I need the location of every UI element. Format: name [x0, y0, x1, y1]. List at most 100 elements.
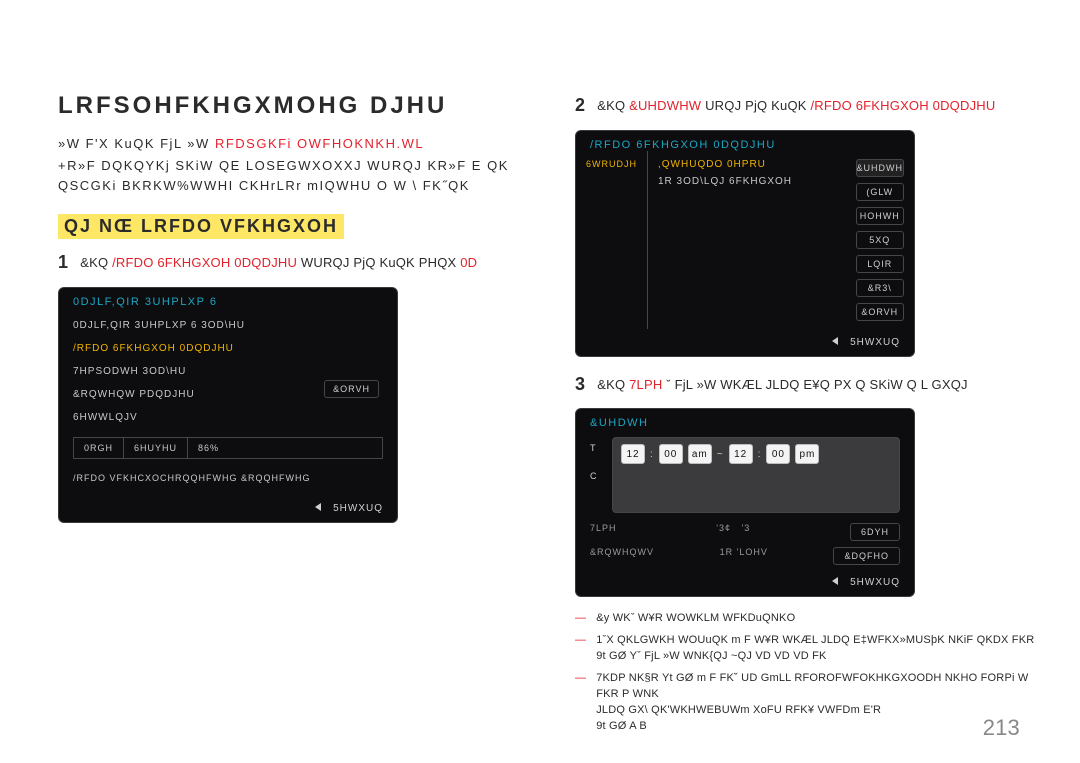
bullet-dash-icon: ― — [575, 633, 586, 665]
status-mode: 0RGH — [74, 438, 124, 458]
note-3-text: 7KDP NK§R Yt GØ m F FK˘ UD GmLL RFOROFWF… — [596, 671, 1045, 735]
close-button[interactable]: &ORVH — [324, 380, 379, 398]
lsm-return-button[interactable]: 5HWXUQ — [850, 337, 900, 348]
create-return-icon — [832, 577, 838, 585]
step2-red2: /RFDO 6FKHGXOH 0DQDJHU — [810, 98, 995, 113]
bullet-dash-icon: ― — [575, 671, 586, 735]
create-label-time: 7LPH — [590, 523, 617, 541]
time-sep-2: : — [758, 449, 762, 460]
status-bar: 0RGH 6HUYHU 86% — [73, 437, 383, 459]
step-3: 3 &KQ 7LPH ˇ FjL »W WKÆL JLDQ E¥Q PX Q S… — [575, 375, 1045, 395]
page-title: LRFSOHFKHGXMOHG DJHU — [58, 92, 538, 120]
note-1: ― &y WKˇ W¥R WOWKLM WFKDuQNKO — [575, 611, 1045, 627]
create-left-strip: T C — [590, 437, 604, 513]
create-row-content: &RQWHQWV 1R 'LOHV &DQFHO — [576, 545, 914, 569]
extra-button-3[interactable]: &R3\ — [856, 279, 905, 297]
page-number: 213 — [983, 715, 1020, 741]
lsm-no-schedule: 1R 3OD\LQJ 6FKHGXOH — [658, 176, 836, 187]
intro1-red: RFDSGKFi OWFHOKNKH.WL — [215, 136, 424, 151]
note-3b: JLDQ GX\ QK'WKHWEBUWm XoFU RFK¥ VWFDm E'… — [596, 704, 881, 716]
extra-button-1[interactable]: 5XQ — [856, 231, 905, 249]
create-time-r2: '3 — [742, 523, 751, 533]
status-86: 86% — [188, 438, 229, 458]
extra-button-2[interactable]: LQIR — [856, 255, 905, 273]
step-3-text: &KQ 7LPH ˇ FjL »W WKÆL JLDQ E¥Q PX Q SKi… — [597, 375, 1045, 395]
create-footer: 5HWXUQ — [576, 569, 914, 596]
strip-c: C — [590, 471, 604, 481]
delete-button[interactable]: HOHWH — [856, 207, 905, 225]
note-3: ― 7KDP NK§R Yt GØ m F FK˘ UD GmLL RFOROF… — [575, 671, 1045, 735]
time-sep-1: : — [650, 449, 654, 460]
ampm-2[interactable]: pm — [795, 444, 819, 464]
step-1-text: &KQ /RFDO 6FKHGXOH 0DQDJHU WURQJ PjQ KuQ… — [80, 253, 538, 273]
hour-1[interactable]: 12 — [621, 444, 645, 464]
step-2-text: &KQ &UHDWHW URQJ PjQ KuQK /RFDO 6FKHGXOH… — [597, 96, 1045, 116]
create-contents-r: 1R 'LOHV — [720, 547, 768, 565]
step1-red2: 0D — [460, 255, 477, 270]
lsm-main-area: ,QWHUQDO 0HPRU 1R 3OD\LQJ 6FKHGXOH — [648, 151, 846, 329]
panel-menu-footer: 5HWXUQ — [59, 495, 397, 522]
time-tilde: ~ — [717, 449, 724, 460]
min-2[interactable]: 00 — [766, 444, 790, 464]
section-heading: QJ NŒ LRFDO VFKHGXOH — [58, 214, 344, 239]
note-3c: 9t GØ A B — [596, 720, 647, 732]
step3-red1: 7LPH — [629, 377, 662, 392]
step-2: 2 &KQ &UHDWHW URQJ PjQ KuQK /RFDO 6FKHGX… — [575, 96, 1045, 116]
create-return-button[interactable]: 5HWXUQ — [850, 577, 900, 588]
menu-item-local-schedule-manager[interactable]: /RFDO 6FKHGXOH 0DQDJHU — [59, 337, 397, 360]
step1-red1: /RFDO 6FKHGXOH 0DQDJHU — [112, 255, 297, 270]
note-2: ― 1ˇX QKLGWKH WOUuQK m F W¥R WKÆL JLDQ E… — [575, 633, 1045, 665]
step3-pre: &KQ — [597, 377, 625, 392]
note-1-text: &y WKˇ W¥R WOWKLM WFKDuQNKO — [596, 611, 795, 627]
step1-pre: &KQ — [80, 255, 108, 270]
cancel-button[interactable]: &DQFHO — [833, 547, 900, 565]
step2-mid: URQJ PjQ KuQK — [705, 98, 807, 113]
min-1[interactable]: 00 — [659, 444, 683, 464]
create-title: &UHDWH — [576, 409, 914, 433]
step3-rest: ˇ FjL »W WKÆL JLDQ E¥Q PX Q SKiW Q L GXQ… — [666, 377, 967, 392]
create-label-contents: &RQWHQWV — [590, 547, 654, 565]
step-3-number: 3 — [575, 375, 585, 393]
create-button[interactable]: &UHDWH — [856, 159, 905, 177]
panel-create: &UHDWH T C 12 : 00 am ~ 12 : 00 — [575, 408, 915, 597]
note-2b: 9t GØ Yˇ FjL »W WNK{QJ ~QJ VD VD VD FK — [596, 650, 826, 662]
lsm-footer: 5HWXUQ — [576, 329, 914, 356]
bullet-dash-icon: ― — [575, 611, 586, 627]
edit-button[interactable]: (GLW — [856, 183, 905, 201]
hour-2[interactable]: 12 — [729, 444, 753, 464]
time-picker[interactable]: 12 : 00 am ~ 12 : 00 pm — [621, 444, 819, 464]
menu-item-settings[interactable]: 6HWWLQJV — [59, 406, 397, 429]
intro-line-1: »W F'X KuQK FjL »W RFDSGKFi OWFHOKNKH.WL — [58, 134, 538, 154]
step2-pre: &KQ — [597, 98, 625, 113]
time-editor-box: 12 : 00 am ~ 12 : 00 pm — [612, 437, 900, 513]
step-2-number: 2 — [575, 96, 585, 114]
step1-mid: WURQJ PjQ KuQK PHQX — [301, 255, 457, 270]
lsm-storage-label: 6WRUDJH — [576, 151, 648, 329]
intro-line-2: +R»F DQKQYKj SKiW QE LOSEGWXOXXJ WURQJ K… — [58, 156, 538, 196]
panel-main-menu: 0DJLF,QIR 3UHPLXP 6 0DJLF,QIR 3UHPLXP 6 … — [58, 287, 398, 523]
step-1-number: 1 — [58, 253, 68, 271]
lsm-return-icon — [832, 337, 838, 345]
panel-menu-title: 0DJLF,QIR 3UHPLXP 6 — [59, 288, 397, 314]
strip-t: T — [590, 443, 604, 453]
lsm-memory-label: ,QWHUQDO 0HPRU — [658, 159, 836, 170]
lsm-close-button[interactable]: &ORVH — [856, 303, 905, 321]
return-button[interactable]: 5HWXUQ — [333, 503, 383, 514]
intro1-pre: »W F'X KuQK FjL »W — [58, 136, 210, 151]
create-time-r1: '3¢ — [716, 523, 731, 533]
note-2a: 1ˇX QKLGWKH WOUuQK m F W¥R WKÆL JLDQ E‡W… — [596, 634, 1034, 646]
save-button[interactable]: 6DYH — [850, 523, 900, 541]
step2-red1: &UHDWHW — [629, 98, 701, 113]
status-line: /RFDO VFKHCXOCHRQQHFWHG &RQQHFWHG — [59, 467, 397, 495]
note-3a: 7KDP NK§R Yt GØ m F FK˘ UD GmLL RFOROFWF… — [596, 672, 1028, 700]
return-icon — [315, 503, 321, 511]
ampm-1[interactable]: am — [688, 444, 712, 464]
panel-local-schedule-manager: /RFDO 6FKHGXOH 0DQDJHU 6WRUDJH ,QWHUQDO … — [575, 130, 915, 357]
step-1: 1 &KQ /RFDO 6FKHGXOH 0DQDJHU WURQJ PjQ K… — [58, 253, 538, 273]
lsm-button-column: &UHDWH (GLW HOHWH 5XQ LQIR &R3\ &ORVH — [846, 151, 915, 329]
notes-list: ― &y WKˇ W¥R WOWKLM WFKDuQNKO ― 1ˇX QKLG… — [575, 611, 1045, 735]
lsm-title: /RFDO 6FKHGXOH 0DQDJHU — [576, 131, 914, 151]
note-2-text: 1ˇX QKLGWKH WOUuQK m F W¥R WKÆL JLDQ E‡W… — [596, 633, 1034, 665]
status-server: 6HUYHU — [124, 438, 188, 458]
menu-item-player[interactable]: 0DJLF,QIR 3UHPLXP 6 3OD\HU — [59, 314, 397, 337]
